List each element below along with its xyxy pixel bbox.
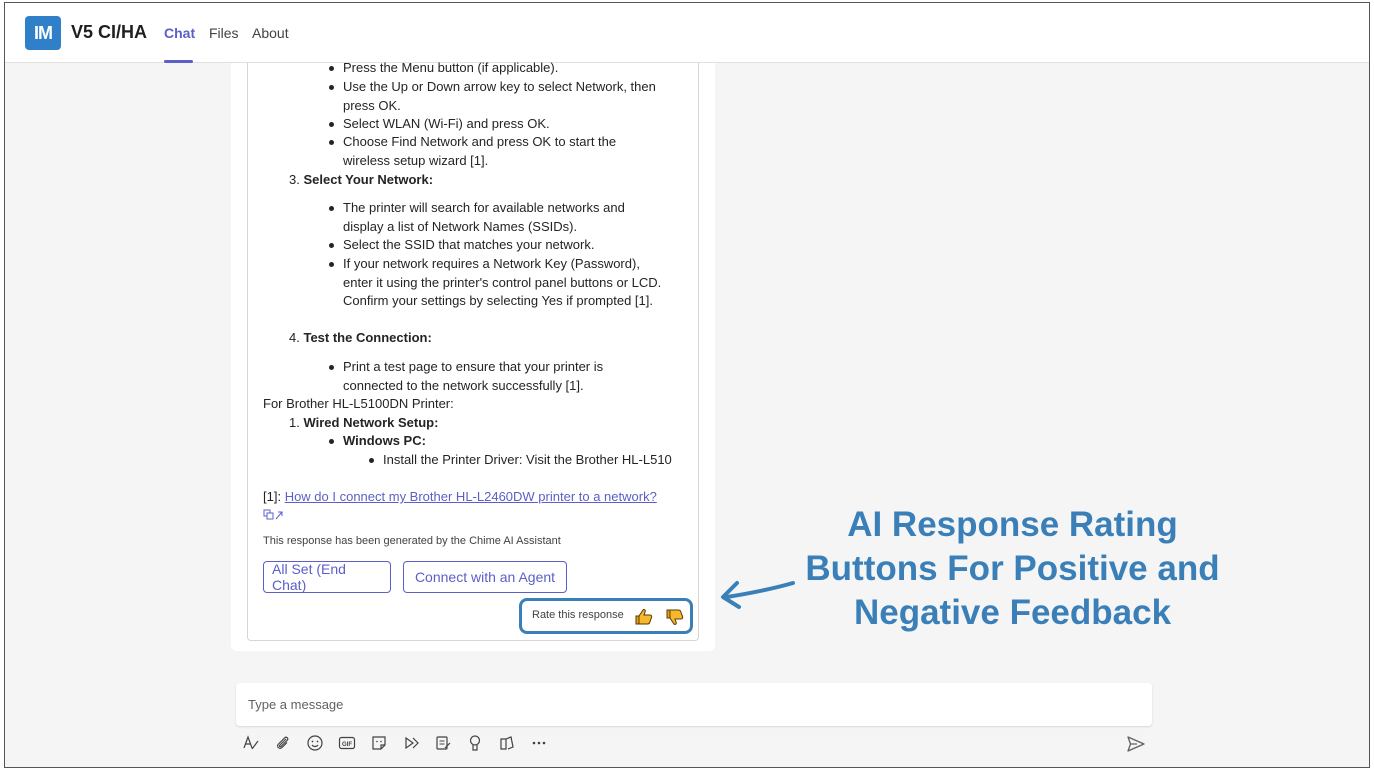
annotation-arrow-icon (721, 581, 795, 609)
tab-chat[interactable]: Chat (164, 25, 195, 41)
ai-disclaimer: This response has been generated by the … (263, 535, 561, 547)
annotation-line: AI Response Rating (847, 505, 1178, 544)
rate-label: Rate this response (532, 609, 624, 621)
list-item: Press the Menu button (if applicable). (329, 59, 683, 78)
loop-icon[interactable] (433, 733, 453, 753)
sticker-icon[interactable] (369, 733, 389, 753)
list-item: If your network requires a Network Key (… (329, 255, 663, 311)
app-logo: IM (25, 16, 61, 50)
format-icon[interactable] (241, 733, 261, 753)
thumbs-down-icon[interactable] (665, 607, 685, 627)
external-link-icon[interactable] (263, 509, 285, 521)
attach-icon[interactable] (273, 733, 293, 753)
brother-heading: For Brother HL-L5100DN Printer: (263, 396, 454, 411)
active-tab-indicator (164, 60, 193, 63)
list-item: Select WLAN (Wi-Fi) and press OK. (329, 115, 683, 134)
svg-text:GIF: GIF (342, 742, 352, 748)
annotation-text: AI Response Rating Buttons For Positive … (790, 503, 1235, 635)
annotation-line: Negative Feedback (853, 593, 1172, 632)
reference-link[interactable]: How do I connect my Brother HL-L2460DW p… (285, 489, 657, 504)
step-4-heading: 4. Test the Connection: (289, 330, 432, 345)
list-item: Use the Up or Down arrow key to select N… (329, 78, 688, 115)
rating-highlight-box: Rate this response (519, 598, 693, 634)
teams-window: IM V5 CI/HA Chat Files About Press the M… (4, 2, 1370, 768)
app-title: V5 CI/HA (71, 22, 148, 42)
reference-line: [1]: How do I connect my Brother HL-L246… (263, 488, 663, 525)
message-composer[interactable]: Type a message (236, 683, 1152, 726)
annotation-line: Buttons For Positive and (805, 549, 1220, 588)
app-header: IM V5 CI/HA Chat Files About (5, 3, 1369, 63)
connect-agent-button[interactable]: Connect with an Agent (403, 561, 567, 593)
step-3-heading: 3. Select Your Network: (289, 172, 434, 187)
apps-icon[interactable] (497, 733, 517, 753)
schedule-icon[interactable] (401, 733, 421, 753)
send-icon[interactable] (1125, 733, 1147, 755)
gif-icon[interactable]: GIF (337, 733, 357, 753)
list-item: Install the Printer Driver: Visit the Br… (369, 451, 673, 470)
more-icon[interactable] (529, 733, 549, 753)
praise-icon[interactable] (465, 733, 485, 753)
message-input-placeholder[interactable]: Type a message (248, 697, 343, 712)
list-item: Choose Find Network and press OK to star… (329, 133, 648, 170)
list-item: Print a test page to ensure that your pr… (329, 358, 643, 395)
list-item: Select the SSID that matches your networ… (329, 236, 663, 255)
emoji-icon[interactable] (305, 733, 325, 753)
wired-setup-heading: 1. Wired Network Setup: (289, 415, 439, 430)
thumbs-up-icon[interactable] (634, 607, 654, 627)
tab-files[interactable]: Files (209, 25, 239, 41)
tab-about[interactable]: About (252, 25, 289, 41)
windows-pc-heading: Windows PC: (329, 432, 426, 451)
list-item: The printer will search for available ne… (329, 199, 663, 236)
end-chat-button[interactable]: All Set (End Chat) (263, 561, 391, 593)
